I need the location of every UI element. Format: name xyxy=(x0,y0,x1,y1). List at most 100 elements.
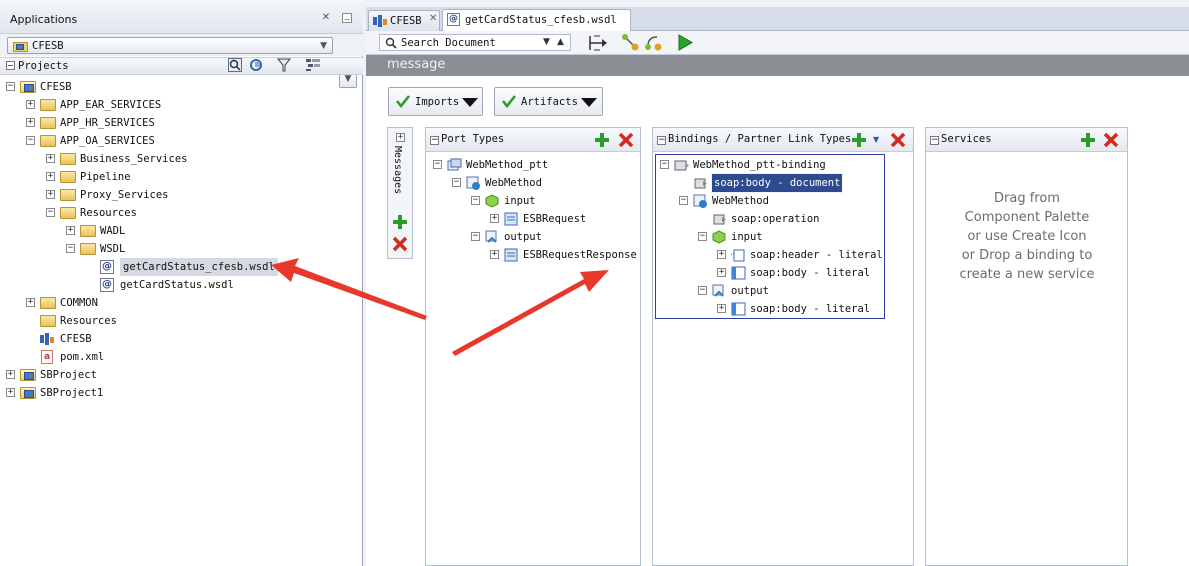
check-icon xyxy=(395,95,411,108)
expand-icon[interactable]: + xyxy=(26,118,35,127)
chevron-down-icon[interactable]: ▼ xyxy=(543,37,550,47)
application-selector[interactable]: CFESB ▼ xyxy=(7,37,333,54)
expand-icon[interactable]: + xyxy=(6,370,15,379)
tree-item[interactable]: − WSDL xyxy=(0,240,362,258)
zoom-icon[interactable] xyxy=(228,58,244,72)
folder-icon xyxy=(60,189,76,201)
collapse-icon[interactable]: − xyxy=(930,136,939,145)
collapse-icon[interactable]: − xyxy=(698,286,707,295)
search-document-input[interactable]: Search Document ▼ ▲ xyxy=(379,34,571,51)
tree-item[interactable]: CFESB xyxy=(0,330,362,348)
go-to-source-icon[interactable] xyxy=(588,35,608,51)
binding-node-label: input xyxy=(731,231,763,243)
expand-icon[interactable]: + xyxy=(717,304,726,313)
expand-icon[interactable]: + xyxy=(717,250,726,259)
tree-item-label: Proxy_Services xyxy=(80,189,169,201)
tree-item[interactable]: @ getCardStatus.wsdl xyxy=(0,276,362,294)
binding-node-label: soap:body - document xyxy=(710,173,844,193)
applications-title: Applications xyxy=(10,13,78,26)
tree-item[interactable]: @ getCardStatus_cfesb.wsdl xyxy=(0,258,362,276)
expand-icon[interactable]: + xyxy=(46,172,55,181)
binding-icon xyxy=(674,160,689,171)
close-icon[interactable]: ✕ xyxy=(320,12,332,24)
filter-icon[interactable] xyxy=(277,58,293,72)
editor-toolbar: Search Document ▼ ▲ xyxy=(366,31,1189,55)
port-type-node-label: ESBRequest xyxy=(523,213,587,225)
collapse-icon[interactable]: − xyxy=(433,160,442,169)
connect-icon[interactable] xyxy=(622,34,640,52)
collapse-icon[interactable]: − xyxy=(66,244,75,253)
disconnect-icon[interactable] xyxy=(645,34,663,52)
tree-item[interactable]: + WADL xyxy=(0,222,362,240)
folder-icon xyxy=(40,135,56,147)
collapse-icon[interactable]: − xyxy=(430,136,439,145)
expand-icon[interactable]: + xyxy=(396,133,405,142)
expand-icon[interactable]: + xyxy=(26,298,35,307)
collapse-icon[interactable]: − xyxy=(471,232,480,241)
xml-file-icon: a xyxy=(41,350,53,364)
expand-icon[interactable]: + xyxy=(26,100,35,109)
port-type-icon xyxy=(447,158,462,171)
tree-item[interactable]: + COMMON xyxy=(0,294,362,312)
tree-item[interactable]: a pom.xml xyxy=(0,348,362,366)
add-icon[interactable] xyxy=(851,132,867,148)
imports-dropdown[interactable]: Imports xyxy=(388,87,483,116)
collapse-icon[interactable]: − xyxy=(26,136,35,145)
application-selector-value: CFESB xyxy=(32,40,64,52)
add-icon[interactable] xyxy=(1080,132,1096,148)
tab-getcardstatus-cfesb-wsdl[interactable]: @ getCardStatus_cfesb.wsdl xyxy=(442,9,631,32)
add-icon[interactable] xyxy=(392,214,408,230)
expand-icon[interactable]: + xyxy=(66,226,75,235)
tree-item[interactable]: + APP_HR_SERVICES xyxy=(0,114,362,132)
operation-icon xyxy=(693,194,707,208)
close-icon[interactable]: ✕ xyxy=(429,13,437,24)
tree-item[interactable]: + SBProject xyxy=(0,366,362,384)
tree-item[interactable]: − APP_OA_SERVICES xyxy=(0,132,362,150)
project-folder-icon xyxy=(20,387,36,399)
collapse-icon[interactable]: − xyxy=(6,61,15,70)
minimize-icon[interactable]: _ xyxy=(342,11,352,23)
expand-icon[interactable]: + xyxy=(717,268,726,277)
delete-icon[interactable] xyxy=(890,132,906,148)
expand-icon[interactable]: + xyxy=(6,388,15,397)
tree-item[interactable]: Resources xyxy=(0,312,362,330)
collapse-icon[interactable]: − xyxy=(698,232,707,241)
expand-icon[interactable]: + xyxy=(490,214,499,223)
chevron-down-icon[interactable]: ▼ xyxy=(873,135,879,144)
collapse-icon[interactable]: − xyxy=(657,136,666,145)
wsdl-file-icon: @ xyxy=(447,13,460,26)
expand-icon[interactable]: + xyxy=(46,154,55,163)
tree-item-label: WADL xyxy=(100,225,126,237)
artifacts-dropdown[interactable]: Artifacts xyxy=(494,87,603,116)
collapse-icon[interactable]: − xyxy=(471,196,480,205)
tree-item[interactable]: + Business_Services xyxy=(0,150,362,168)
operation-icon xyxy=(466,176,480,190)
chevron-up-icon[interactable]: ▲ xyxy=(557,37,564,47)
collapse-icon[interactable]: − xyxy=(46,208,55,217)
expand-icon[interactable]: + xyxy=(490,250,499,259)
collapse-icon[interactable]: − xyxy=(6,82,15,91)
tree-item[interactable]: − Resources xyxy=(0,204,362,222)
hint-line: Drag from xyxy=(994,191,1060,206)
tab-cfesb[interactable]: CFESB ✕ xyxy=(368,10,440,31)
tree-item[interactable]: + APP_EAR_SERVICES xyxy=(0,96,362,114)
delete-icon[interactable] xyxy=(1103,132,1119,148)
delete-icon[interactable] xyxy=(392,236,408,252)
delete-icon[interactable] xyxy=(618,132,634,148)
tree-item[interactable]: + SBProject1 xyxy=(0,384,362,402)
tab-label: getCardStatus_cfesb.wsdl xyxy=(465,14,617,26)
collapse-icon[interactable]: − xyxy=(452,178,461,187)
tree-item[interactable]: + Proxy_Services xyxy=(0,186,362,204)
run-icon[interactable] xyxy=(677,34,693,51)
add-icon[interactable] xyxy=(594,132,610,148)
tree-item[interactable]: + Pipeline xyxy=(0,168,362,186)
collapse-icon[interactable]: − xyxy=(679,196,688,205)
collapse-icon[interactable]: − xyxy=(660,160,669,169)
project-icon xyxy=(13,42,28,52)
view-options-icon[interactable] xyxy=(305,58,321,72)
expand-icon[interactable]: + xyxy=(46,190,55,199)
tree-item[interactable]: − CFESB xyxy=(0,78,362,96)
folder-icon xyxy=(40,117,56,129)
sync-icon[interactable] xyxy=(249,58,265,72)
messages-panel-collapsed[interactable]: + Messages xyxy=(387,127,413,259)
